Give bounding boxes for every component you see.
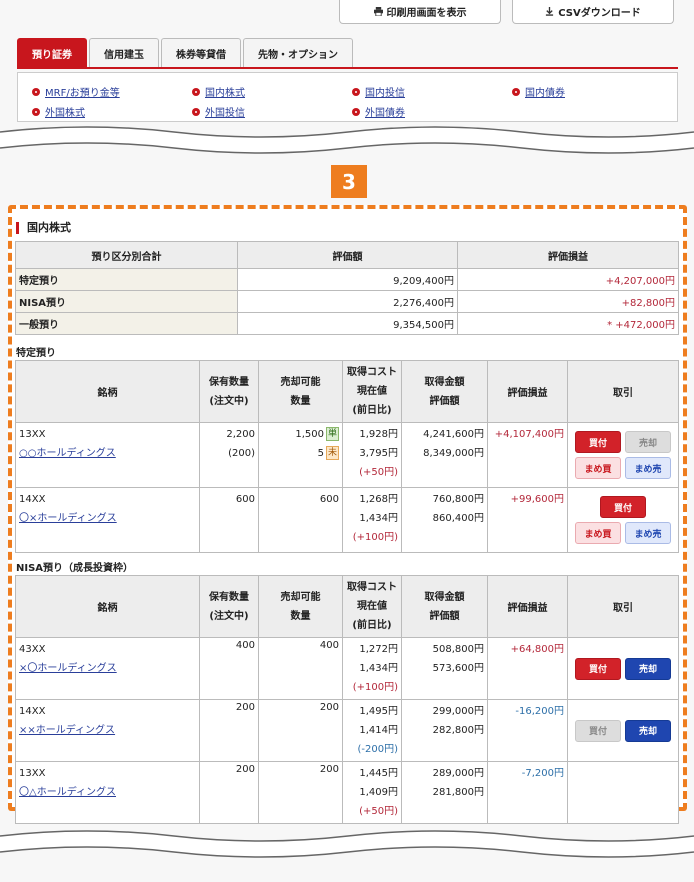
table-row: 14XX ××ホールディングス 200 200 1,495円 1,414円 (-200…: [15, 699, 679, 762]
summary-row: 特定預り 9,209,400円 +4,207,000円: [15, 268, 679, 291]
bullet-icon: [192, 107, 200, 116]
mame-sell-button[interactable]: まめ売: [625, 522, 671, 544]
mame-buy-button[interactable]: まめ買: [575, 522, 621, 544]
wave-separator: [0, 830, 694, 858]
nisa-table: 銘柄 保有数量 (注文中) 売却可能 数量 取得コスト 現在値 (前日比) 取得金額 評価…: [15, 575, 679, 824]
bullet-icon: [32, 87, 40, 96]
col-header-name: 銘柄: [15, 575, 200, 638]
col-header-name: 銘柄: [15, 360, 200, 423]
stock-name-link[interactable]: ××ホールディングス: [19, 725, 115, 736]
link-domestic-stocks[interactable]: 国内株式: [192, 84, 245, 99]
summary-header: 評価額: [237, 241, 458, 269]
table-row: 43XX ×〇ホールディングス 400 400 1,272円 1,434円 (+100…: [15, 637, 679, 700]
col-header-pl: 評価損益: [487, 575, 568, 638]
col-header-trade: 取引: [567, 575, 679, 638]
tab-bar: 預り証券 信用建玉 株券等貸借 先物・オプション: [17, 38, 353, 67]
tokutei-table: 銘柄 保有数量 (注文中) 売却可能 数量 取得コスト 現在値 (前日比) 取得金額 評価…: [15, 360, 679, 553]
tab-underline: [17, 67, 678, 69]
summary-header: 評価損益: [457, 241, 679, 269]
link-domestic-funds[interactable]: 国内投信: [352, 84, 405, 99]
buy-button[interactable]: 買付: [575, 431, 621, 453]
tab-stock-lending[interactable]: 株券等貸借: [161, 38, 241, 67]
mame-buy-button[interactable]: まめ買: [575, 457, 621, 479]
col-header-amount: 取得金額 評価額: [401, 360, 488, 423]
col-header-amount: 取得金額 評価額: [401, 575, 488, 638]
col-header-sellable: 売却可能 数量: [258, 575, 343, 638]
col-header-cost: 取得コスト 現在値 (前日比): [342, 360, 402, 423]
table-row: 13XX 〇△ホールディングス 200 200 1,445円 1,409円 (+50円…: [15, 761, 679, 824]
link-foreign-funds[interactable]: 外国投信: [192, 104, 245, 119]
tab-margin-positions[interactable]: 信用建玉: [89, 38, 159, 67]
table-row: 14XX 〇×ホールディングス 600 600 1,268円 1,434円 (+100…: [15, 487, 679, 553]
sell-button[interactable]: 売却: [625, 719, 671, 742]
link-domestic-bonds[interactable]: 国内債券: [512, 84, 565, 99]
buy-button-disabled: 買付: [575, 719, 621, 742]
link-foreign-bonds[interactable]: 外国債券: [352, 104, 405, 119]
buy-button[interactable]: 買付: [575, 657, 621, 680]
tab-futures-options[interactable]: 先物・オプション: [243, 38, 353, 67]
col-header-qty: 保有数量 (注文中): [199, 360, 259, 423]
stock-name-link[interactable]: 〇△ホールディングス: [19, 787, 116, 798]
section-title: 国内株式: [16, 222, 71, 234]
col-header-qty: 保有数量 (注文中): [199, 575, 259, 638]
summary-header: 預り区分別合計: [15, 241, 238, 269]
sell-button[interactable]: 売却: [625, 657, 671, 680]
col-header-trade: 取引: [567, 360, 679, 423]
sell-button-disabled: 売却: [625, 431, 671, 453]
col-header-pl: 評価損益: [487, 360, 568, 423]
nisa-title: NISA預り（成長投資枠）: [16, 563, 134, 574]
tab-deposit-securities[interactable]: 預り証券: [17, 38, 87, 67]
table-row: 13XX ○○ホールディングス 2,200 (200) 1,500 単 5 未 1,928…: [15, 422, 679, 488]
mame-sell-button[interactable]: まめ売: [625, 457, 671, 479]
link-mrf[interactable]: MRF/お預り金等: [32, 84, 120, 99]
csv-download-button[interactable]: CSVダウンロード: [512, 0, 674, 24]
odd-lot-tag: 未: [326, 446, 339, 460]
stock-name-link[interactable]: 〇×ホールディングス: [19, 513, 117, 524]
summary-row: NISA預り 2,276,400円 +82,800円: [15, 290, 679, 313]
download-icon: [546, 7, 554, 16]
col-header-sellable: 売却可能 数量: [258, 360, 343, 423]
print-view-button[interactable]: 印刷用画面を表示: [339, 0, 501, 24]
wave-separator: [0, 126, 694, 154]
bullet-icon: [32, 107, 40, 116]
bullet-icon: [352, 107, 360, 116]
stock-name-link[interactable]: ○○ホールディングス: [19, 448, 116, 459]
print-icon: [373, 7, 383, 16]
link-foreign-stocks[interactable]: 外国株式: [32, 104, 85, 119]
col-header-cost: 取得コスト 現在値 (前日比): [342, 575, 402, 638]
bullet-icon: [352, 87, 360, 96]
bullet-icon: [512, 87, 520, 96]
tokutei-title: 特定預り: [16, 348, 56, 359]
summary-table: 預り区分別合計 評価額 評価損益 特定預り 9,209,400円 +4,207,…: [15, 241, 679, 335]
step-badge: 3: [331, 165, 367, 198]
summary-row: 一般預り 9,354,500円 * +472,000円: [15, 312, 679, 335]
buy-button[interactable]: 買付: [600, 496, 646, 518]
bullet-icon: [192, 87, 200, 96]
stock-name-link[interactable]: ×〇ホールディングス: [19, 663, 117, 674]
unit-tag: 単: [326, 427, 339, 441]
